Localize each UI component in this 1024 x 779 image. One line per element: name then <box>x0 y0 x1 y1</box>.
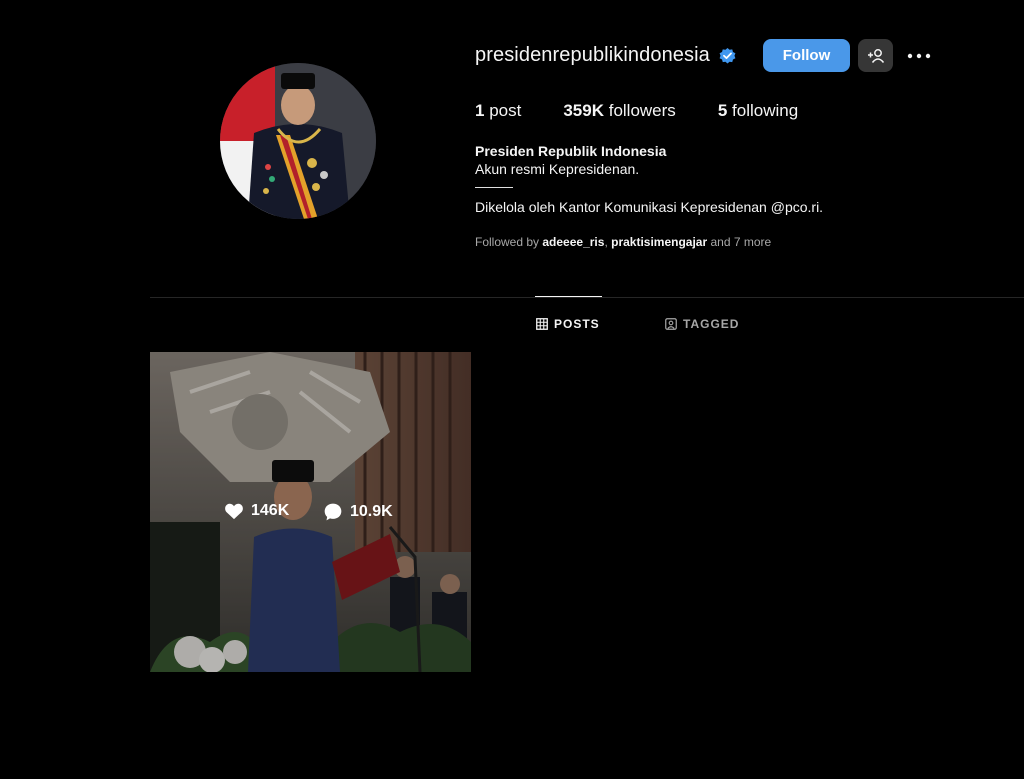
heart-icon <box>225 503 243 520</box>
post-comments: 10.9K <box>323 502 393 522</box>
profile-username: presidenrepublikindonesia <box>475 44 710 66</box>
followed-by[interactable]: Followed by adeeee_ris, praktisimengajar… <box>475 235 771 249</box>
following-stat[interactable]: 5 following <box>718 101 798 121</box>
tab-posts-label: POSTS <box>554 317 600 331</box>
active-tab-indicator <box>535 296 602 297</box>
post-thumbnail[interactable]: 146K 10.9K <box>150 352 471 672</box>
tabs-divider <box>150 297 1024 298</box>
follow-button[interactable]: Follow <box>763 39 850 72</box>
tab-tagged-label: TAGGED <box>683 317 740 331</box>
tagged-icon <box>665 318 677 330</box>
post-hover-overlay <box>150 352 471 672</box>
post-likes-count: 146K <box>251 502 290 519</box>
grid-icon <box>536 318 548 330</box>
more-options-button[interactable] <box>905 44 933 68</box>
comment-icon <box>324 503 342 521</box>
bio-line-2: Dikelola oleh Kantor Komunikasi Kepresid… <box>475 199 824 215</box>
posts-stat[interactable]: 1 post <box>475 101 521 121</box>
profile-full-name: Presiden Republik Indonesia <box>475 143 667 159</box>
followed-by-user-2[interactable]: praktisimengajar <box>611 235 707 249</box>
profile-avatar[interactable] <box>220 63 376 219</box>
post-comments-count: 10.9K <box>350 503 393 520</box>
followed-by-user-1[interactable]: adeeee_ris <box>542 235 604 249</box>
profile-stats: 1 post 359K followers 5 following <box>475 101 840 121</box>
bio-line-1: Akun resmi Kepresidenan. <box>475 161 640 177</box>
add-person-icon <box>867 48 884 63</box>
tab-posts[interactable]: POSTS <box>536 317 600 331</box>
verified-badge-icon <box>718 46 737 65</box>
followers-stat[interactable]: 359K followers <box>563 101 675 121</box>
post-likes: 146K <box>224 502 289 520</box>
avatar-image <box>220 63 376 219</box>
tab-tagged[interactable]: TAGGED <box>665 317 739 331</box>
bio-divider <box>475 187 513 188</box>
more-options-icon <box>907 53 931 59</box>
suggested-accounts-button[interactable] <box>858 39 893 72</box>
